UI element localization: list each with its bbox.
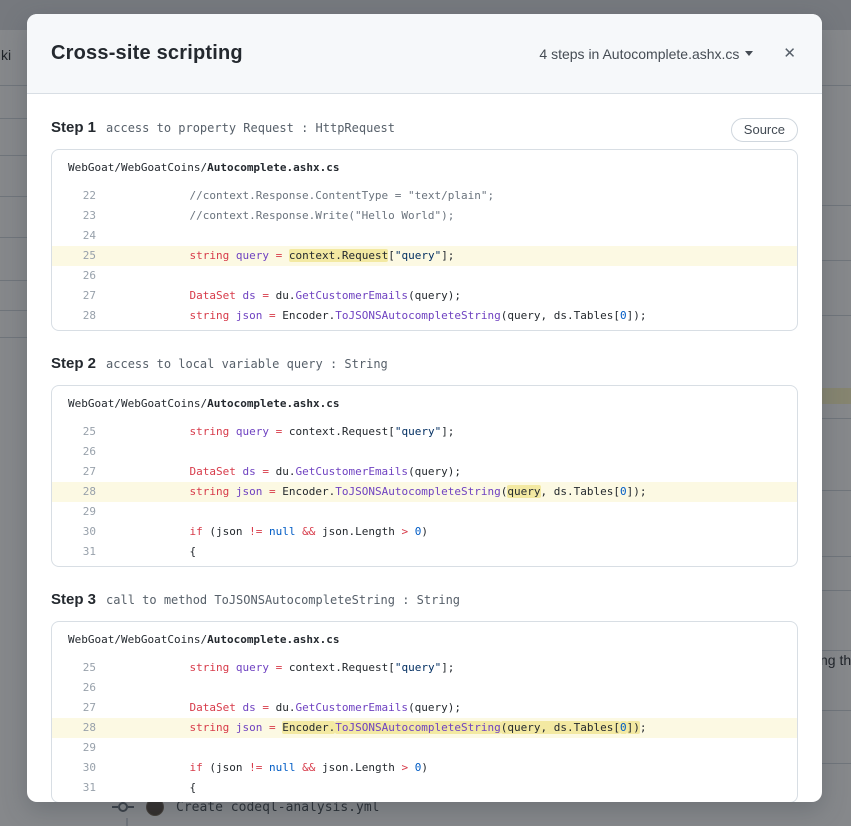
code-text: if (json != null && json.Length > 0) bbox=[189, 761, 428, 774]
code-line: 27 DataSet ds = du.GetCustomerEmails(que… bbox=[52, 462, 797, 482]
steps-scroll-area[interactable]: Step 1 access to property Request : HttpR… bbox=[27, 94, 822, 802]
line-number: 26 bbox=[82, 445, 96, 458]
line-number: 26 bbox=[82, 681, 96, 694]
line-number: 27 bbox=[82, 701, 96, 714]
modal-header: Cross-site scripting 4 steps in Autocomp… bbox=[27, 14, 822, 94]
step-header: Step 2 access to local variable query : S… bbox=[51, 355, 798, 377]
code-text: //context.Response.Write("Hello World"); bbox=[110, 209, 455, 222]
line-number: 31 bbox=[82, 545, 96, 558]
code-snippet-block: WebGoat/WebGoatCoins/Autocomplete.ashx.c… bbox=[51, 149, 798, 331]
file-path: WebGoat/WebGoatCoins/Autocomplete.ashx.c… bbox=[52, 396, 797, 422]
step-header: Step 1 access to property Request : HttpR… bbox=[51, 118, 798, 142]
line-number: 25 bbox=[82, 249, 96, 262]
source-badge[interactable]: Source bbox=[730, 118, 798, 142]
line-number: 23 bbox=[82, 209, 96, 222]
line-number: 29 bbox=[82, 741, 96, 754]
code-line: 22 //context.Response.ContentType = "tex… bbox=[52, 186, 797, 206]
step-description: access to property Request : HttpRequest bbox=[106, 121, 395, 135]
file-path-prefix: WebGoat/WebGoatCoins/ bbox=[68, 397, 208, 410]
step-header: Step 3 call to method ToJSONSAutocomplete… bbox=[51, 591, 798, 613]
steps-file-dropdown[interactable]: 4 steps in Autocomplete.ashx.cs bbox=[539, 45, 754, 62]
file-name: Autocomplete.ashx.cs bbox=[207, 397, 340, 410]
line-number: 28 bbox=[82, 485, 96, 498]
code-text: string json = Encoder.ToJSONSAutocomplet… bbox=[189, 721, 647, 734]
line-number: 25 bbox=[82, 661, 96, 674]
step-section-3: Step 3 call to method ToJSONSAutocomplete… bbox=[51, 591, 798, 802]
code-line: 26 bbox=[52, 442, 797, 462]
code-text: DataSet ds = du.GetCustomerEmails(query)… bbox=[189, 465, 462, 478]
code-text: DataSet ds = du.GetCustomerEmails(query)… bbox=[189, 289, 462, 302]
close-icon[interactable]: ✕ bbox=[783, 46, 796, 61]
code-text: if (json != null && json.Length > 0) bbox=[189, 525, 428, 538]
line-number: 28 bbox=[82, 721, 96, 734]
code-text: { bbox=[110, 781, 197, 794]
line-number: 25 bbox=[82, 425, 96, 438]
file-name: Autocomplete.ashx.cs bbox=[207, 633, 340, 646]
code-line: 29 bbox=[52, 502, 797, 522]
code-text: //context.Response.ContentType = "text/p… bbox=[110, 189, 495, 202]
code-line: 23 //context.Response.Write("Hello World… bbox=[52, 206, 797, 226]
step-label: Step 1 bbox=[51, 119, 97, 136]
file-path-prefix: WebGoat/WebGoatCoins/ bbox=[68, 633, 208, 646]
step-section-2: Step 2 access to local variable query : S… bbox=[51, 355, 798, 567]
step-label: Step 3 bbox=[51, 591, 97, 608]
chevron-down-icon bbox=[745, 51, 754, 56]
line-number: 29 bbox=[82, 505, 96, 518]
file-path-prefix: WebGoat/WebGoatCoins/ bbox=[68, 161, 208, 174]
line-number: 24 bbox=[82, 229, 96, 242]
code-snippet-block: WebGoat/WebGoatCoins/Autocomplete.ashx.c… bbox=[51, 621, 798, 802]
code-line: 27 DataSet ds = du.GetCustomerEmails(que… bbox=[52, 698, 797, 718]
line-number: 22 bbox=[82, 189, 96, 202]
code-text: string query = context.Request["query"]; bbox=[189, 249, 455, 262]
line-number: 26 bbox=[82, 269, 96, 282]
code-line: 31 { bbox=[52, 542, 797, 562]
code-line: 25 string query = context.Request["query… bbox=[52, 422, 797, 442]
step-section-1: Step 1 access to property Request : HttpR… bbox=[51, 118, 798, 331]
code-line: 25 string query = context.Request["query… bbox=[52, 658, 797, 678]
line-number: 28 bbox=[82, 309, 96, 322]
alert-path-modal: Cross-site scripting 4 steps in Autocomp… bbox=[27, 14, 822, 802]
steps-dropdown-label: 4 steps in Autocomplete.ashx.cs bbox=[539, 45, 740, 62]
code-line: 30 if (json != null && json.Length > 0) bbox=[52, 758, 797, 778]
line-number: 31 bbox=[82, 781, 96, 794]
code-snippet-block: WebGoat/WebGoatCoins/Autocomplete.ashx.c… bbox=[51, 385, 798, 567]
file-path: WebGoat/WebGoatCoins/Autocomplete.ashx.c… bbox=[52, 632, 797, 658]
code-line: 28 string json = Encoder.ToJSONSAutocomp… bbox=[52, 306, 797, 326]
step-description: call to method ToJSONSAutocompleteString… bbox=[106, 593, 461, 607]
code-text: { bbox=[110, 545, 197, 558]
line-number: 30 bbox=[82, 525, 96, 538]
step-description: access to local variable query : String bbox=[106, 357, 388, 371]
line-number: 27 bbox=[82, 289, 96, 302]
code-line: 30 if (json != null && json.Length > 0) bbox=[52, 522, 797, 542]
line-number: 30 bbox=[82, 761, 96, 774]
code-text: string query = context.Request["query"]; bbox=[189, 661, 455, 674]
code-text: string query = context.Request["query"]; bbox=[189, 425, 455, 438]
code-line: 26 bbox=[52, 678, 797, 698]
code-line: 28 string json = Encoder.ToJSONSAutocomp… bbox=[52, 718, 797, 738]
file-name: Autocomplete.ashx.cs bbox=[207, 161, 340, 174]
file-path: WebGoat/WebGoatCoins/Autocomplete.ashx.c… bbox=[52, 160, 797, 186]
code-line: 29 bbox=[52, 738, 797, 758]
code-line: 24 bbox=[52, 226, 797, 246]
code-line: 31 { bbox=[52, 778, 797, 798]
code-line: 27 DataSet ds = du.GetCustomerEmails(que… bbox=[52, 286, 797, 306]
code-text: DataSet ds = du.GetCustomerEmails(query)… bbox=[189, 701, 462, 714]
code-text: string json = Encoder.ToJSONSAutocomplet… bbox=[189, 485, 647, 498]
line-number: 27 bbox=[82, 465, 96, 478]
code-line: 25 string query = context.Request["query… bbox=[52, 246, 797, 266]
code-line: 26 bbox=[52, 266, 797, 286]
code-line: 28 string json = Encoder.ToJSONSAutocomp… bbox=[52, 482, 797, 502]
code-text: string json = Encoder.ToJSONSAutocomplet… bbox=[189, 309, 647, 322]
step-label: Step 2 bbox=[51, 355, 97, 372]
modal-title: Cross-site scripting bbox=[51, 42, 243, 64]
